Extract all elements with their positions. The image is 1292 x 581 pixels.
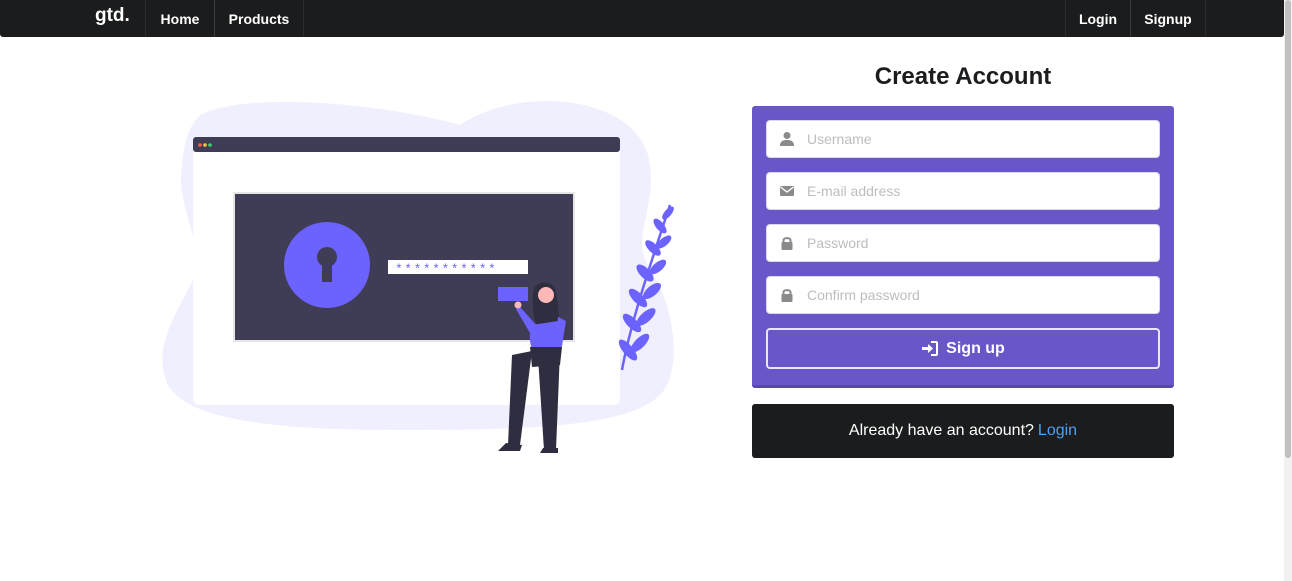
sign-in-icon	[922, 341, 939, 356]
envelope-icon	[780, 186, 794, 196]
illustration-password-mask: ***********	[395, 262, 497, 277]
nav-item-home[interactable]: Home	[145, 0, 215, 37]
window-dot-red	[198, 143, 202, 147]
top-navbar: gtd. Home Products Login Signup	[0, 0, 1284, 37]
login-illustration: ***********	[162, 101, 674, 453]
username-field-wrapper	[766, 120, 1160, 158]
illustration-submit-button	[498, 287, 528, 301]
browser-titlebar	[193, 137, 620, 152]
email-input[interactable]	[805, 173, 1145, 209]
confirm-password-input[interactable]	[805, 277, 1145, 313]
scrollbar-thumb[interactable]	[1285, 0, 1291, 458]
login-link[interactable]: Login	[1038, 422, 1077, 440]
window-dot-green	[208, 143, 212, 147]
login-prompt: Already have an account? Login	[752, 404, 1174, 458]
sign-up-button-label: Sign up	[946, 339, 1005, 357]
nav-item-login[interactable]: Login	[1065, 0, 1131, 37]
lock-icon	[781, 237, 793, 250]
email-field-wrapper	[766, 172, 1160, 210]
password-input[interactable]	[805, 225, 1145, 261]
confirm-password-field-wrapper	[766, 276, 1160, 314]
password-field-wrapper	[766, 224, 1160, 262]
login-prompt-text: Already have an account?	[848, 422, 1034, 439]
user-icon	[780, 132, 794, 146]
brand-logo[interactable]: gtd.	[95, 3, 130, 29]
page-title: Create Account	[874, 63, 1052, 90]
keyhole-bottom	[322, 260, 332, 282]
signup-form: Sign up	[752, 106, 1174, 388]
window-dot-yellow	[203, 143, 207, 147]
nav-item-products[interactable]: Products	[214, 0, 304, 37]
nav-item-signup[interactable]: Signup	[1130, 0, 1206, 37]
lock-icon	[781, 289, 793, 302]
sign-up-button[interactable]: Sign up	[766, 328, 1160, 369]
username-input[interactable]	[805, 121, 1145, 157]
